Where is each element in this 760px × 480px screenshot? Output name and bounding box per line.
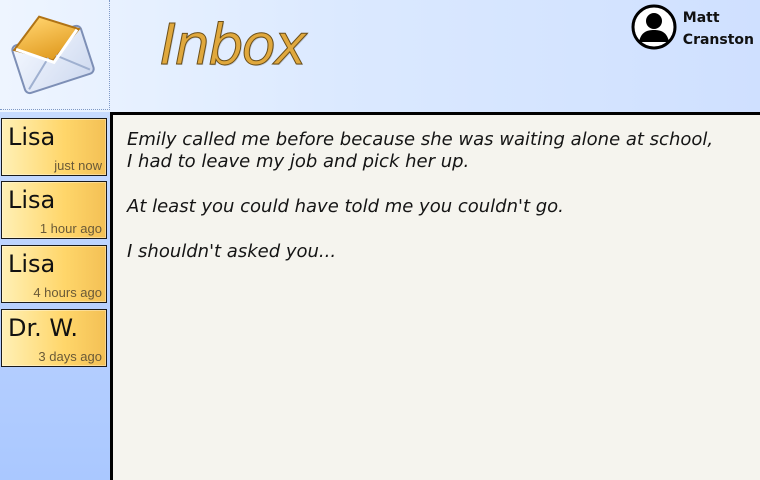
user-last-name: Cranston (682, 32, 754, 48)
message-sender: Lisa (8, 250, 56, 278)
message-line: I had to leave my job and pick her up. (127, 151, 470, 172)
message-sender: Lisa (8, 186, 56, 214)
message-sender: Dr. W. (8, 314, 79, 342)
message-item-1[interactable]: Lisa just now (1, 118, 107, 176)
user-profile[interactable]: Matt Cranston (631, 4, 754, 51)
page-title: Inbox (160, 13, 308, 78)
message-time: just now (54, 158, 102, 173)
message-body: Emily called me before because she was w… (127, 129, 740, 263)
message-time: 1 hour ago (39, 221, 102, 236)
message-time: 4 hours ago (33, 285, 102, 300)
message-line: At least you could have told me you coul… (127, 196, 564, 217)
message-sender: Lisa (8, 123, 56, 151)
message-list: Lisa just now Lisa 1 hour ago Lisa 4 hou… (0, 112, 110, 480)
message-item-2[interactable]: Lisa 1 hour ago (1, 181, 107, 239)
envelope-icon (11, 15, 95, 95)
message-line: I shouldn't asked you... (127, 241, 337, 262)
message-line: Emily called me before because she was w… (127, 129, 714, 150)
message-view: Emily called me before because she was w… (110, 112, 760, 480)
message-time: 3 days ago (38, 349, 102, 364)
message-item-4[interactable]: Dr. W. 3 days ago (1, 309, 107, 367)
header: Inbox Matt Cranston (0, 0, 760, 112)
mail-logo (0, 0, 110, 110)
message-item-3[interactable]: Lisa 4 hours ago (1, 245, 107, 303)
user-name: Matt Cranston (683, 7, 754, 51)
user-silhouette-icon (631, 4, 677, 50)
user-first-name: Matt (682, 10, 720, 26)
